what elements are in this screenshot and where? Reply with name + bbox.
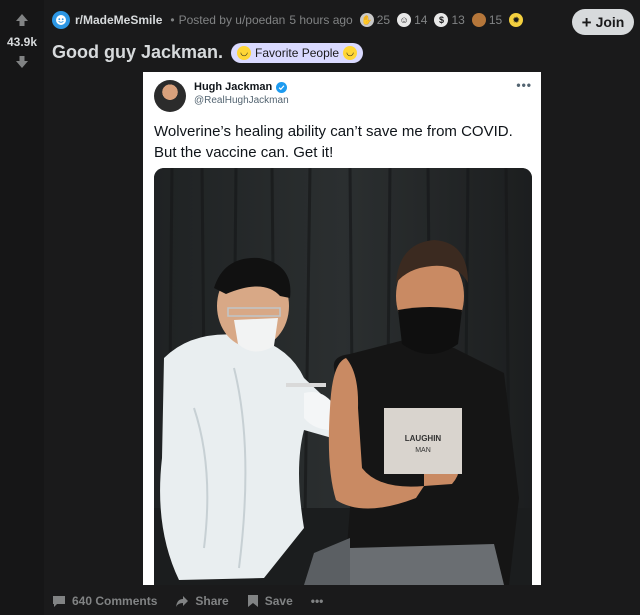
smile-emoji-icon: ◡: [237, 45, 252, 60]
post-actions: 640 Comments Share Save •••: [52, 589, 341, 613]
shirt-text: LAUGHIN: [405, 434, 442, 443]
vaccination-photo: LAUGHIN MAN: [154, 168, 532, 585]
subreddit-link[interactable]: r/MadeMeSmile: [75, 13, 162, 27]
comments-label: 640 Comments: [72, 594, 158, 608]
post-main: r/MadeMeSmile • Posted by u/poedan 5 hou…: [44, 0, 640, 615]
title-row: Good guy Jackman. ◡ Favorite People ◡: [52, 42, 364, 63]
award-sun[interactable]: ✹: [509, 13, 526, 27]
silver-award-icon: $: [434, 13, 449, 27]
more-options-icon: •••: [310, 594, 324, 608]
post-title[interactable]: Good guy Jackman.: [52, 42, 223, 63]
tweet-author: Hugh Jackman: [194, 81, 288, 93]
comments-button[interactable]: 640 Comments: [52, 594, 157, 608]
tweet-author-name: Hugh Jackman: [194, 81, 273, 93]
shirt-text: MAN: [415, 447, 431, 454]
join-label: Join: [595, 14, 625, 30]
save-label: Save: [264, 594, 293, 608]
post-flair[interactable]: ◡ Favorite People ◡: [231, 42, 364, 63]
save-button[interactable]: Save: [247, 594, 293, 608]
more-options-button[interactable]: •••: [311, 594, 324, 608]
tweet-photo: LAUGHIN MAN: [154, 168, 532, 585]
join-button[interactable]: + Join: [572, 9, 634, 35]
vote-score: 43.9k: [6, 35, 38, 49]
downvote-arrow-icon[interactable]: [15, 55, 29, 69]
award-poop[interactable]: 15: [471, 13, 503, 27]
tweet-text-line: Wolverine’s healing ability can’t save m…: [154, 123, 513, 140]
award-smile[interactable]: ☺ 14: [397, 13, 427, 27]
tweet-more-icon: •••: [516, 78, 532, 92]
comment-icon: [53, 595, 65, 607]
tweet-text-line: But the vaccine can. Get it!: [154, 144, 334, 161]
upvote-arrow-icon[interactable]: [15, 13, 29, 27]
flair-label: Favorite People: [255, 45, 340, 60]
award-hands[interactable]: ✋ 25: [359, 13, 391, 27]
vote-column: 43.9k: [0, 0, 44, 615]
share-button[interactable]: Share: [175, 594, 229, 608]
smile-award-icon: ☺: [397, 13, 412, 27]
poop-award-icon: [471, 13, 486, 27]
tweet-text: Wolverine’s healing ability can’t save m…: [154, 121, 534, 163]
share-label: Share: [195, 594, 229, 608]
award-count: 25: [376, 13, 391, 27]
sun-award-icon: ✹: [509, 13, 524, 27]
post-image[interactable]: Hugh Jackman @RealHughJackman ••• Wolver…: [143, 72, 541, 585]
award-count: 13: [451, 13, 465, 27]
tweet-avatar: [154, 80, 186, 112]
hands-award-icon: ✋: [359, 13, 374, 27]
meta-separator: •: [170, 13, 175, 27]
subreddit-icon[interactable]: [52, 11, 70, 29]
plus-icon: +: [581, 12, 592, 32]
verified-badge-icon: [276, 81, 288, 93]
posted-by[interactable]: Posted by u/poedan: [179, 13, 286, 27]
tweet-handle: @RealHughJackman: [194, 95, 289, 106]
award-silver[interactable]: $ 13: [434, 13, 465, 27]
post-time[interactable]: 5 hours ago: [289, 13, 352, 27]
post-meta: r/MadeMeSmile • Posted by u/poedan 5 hou…: [52, 10, 526, 30]
award-count: 14: [414, 13, 428, 27]
face-emoji-icon: ◡: [343, 45, 358, 60]
share-icon: [176, 595, 189, 607]
bookmark-icon: [247, 595, 258, 607]
award-count: 15: [488, 13, 503, 27]
